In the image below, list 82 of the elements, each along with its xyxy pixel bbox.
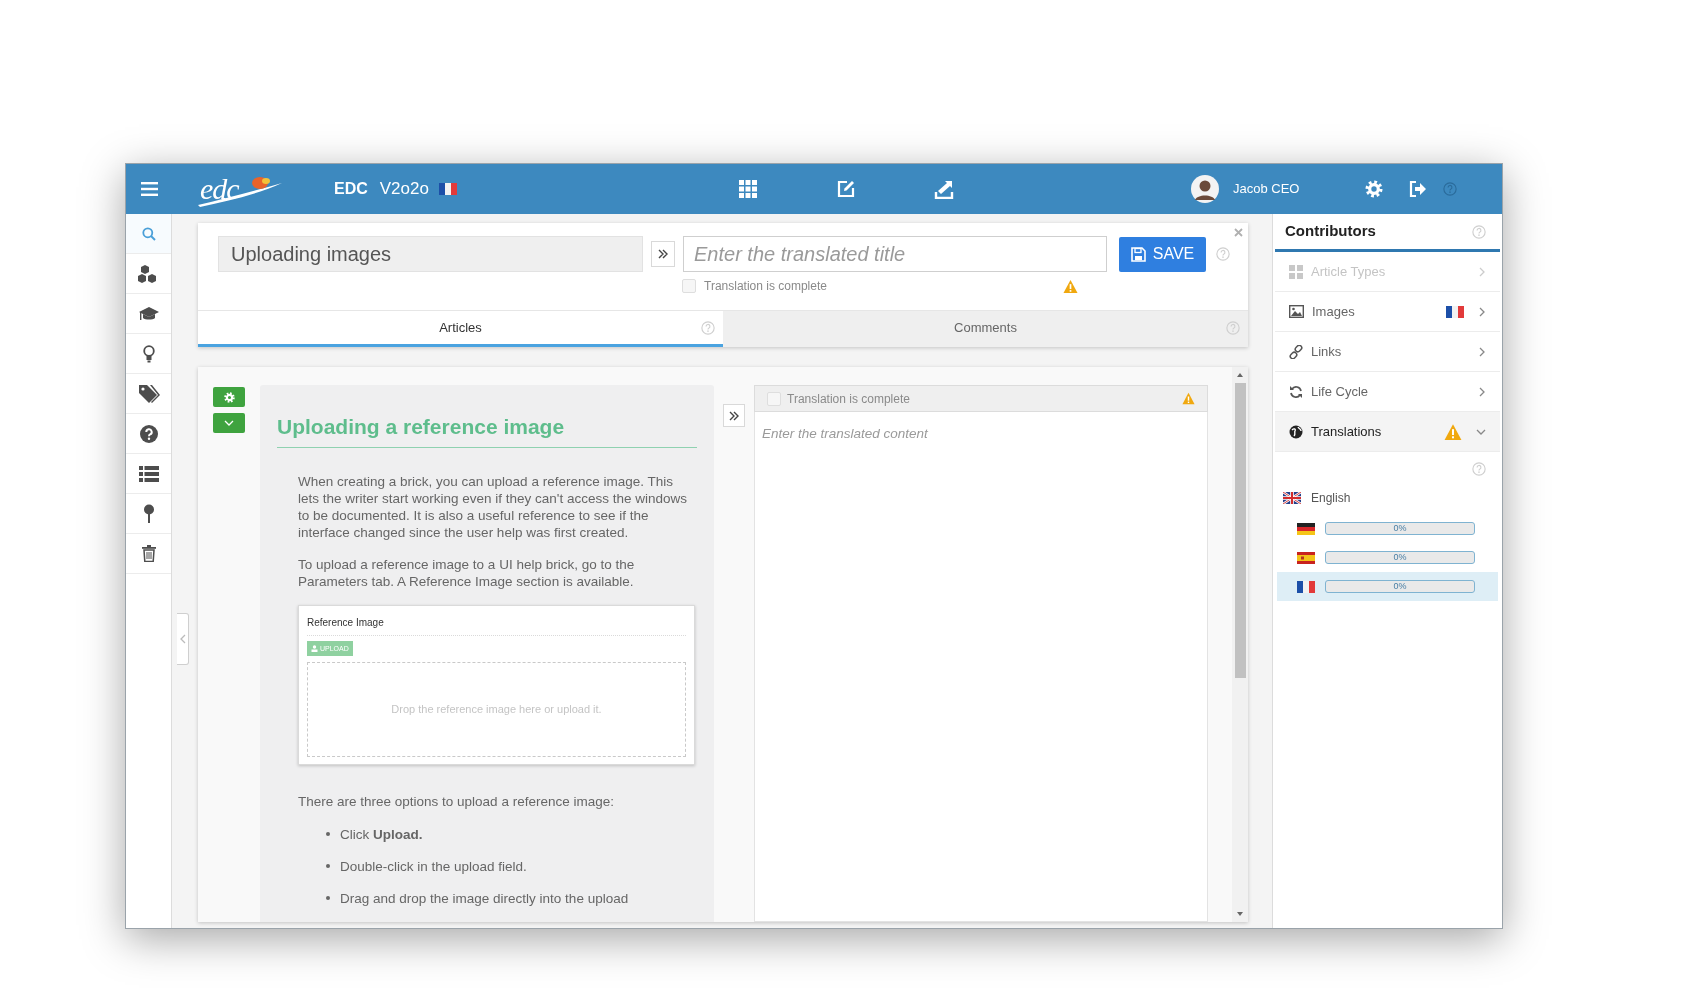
pin-icon [142,503,155,524]
bullet-icon [326,832,330,836]
globe-icon [1289,424,1303,439]
language-label: English [1311,490,1351,507]
help-icon [701,321,715,335]
product-name: EDC [334,179,368,199]
list-item: Click Upload. [340,825,423,843]
chevron-down-icon [224,419,234,427]
menu-icon [140,182,158,196]
close-icon [1233,227,1243,237]
panel-item[interactable]: Translations [1275,412,1500,452]
copy-title-button[interactable] [651,241,675,267]
export-icon [933,179,954,199]
double-chevron-icon [729,410,739,421]
close-button[interactable] [1232,226,1244,238]
panel-title: Contributors [1285,221,1376,242]
list-icon [138,465,159,482]
settings-icon [223,391,235,403]
graduation-cap-icon [138,305,159,322]
save-button[interactable]: SAVE [1119,236,1206,272]
language-row[interactable]: 0% [1277,572,1498,601]
double-chevron-icon [658,249,668,259]
chevron-right-icon [1478,386,1486,397]
tab[interactable]: Comments [723,311,1248,347]
chevron-down-icon [1476,427,1486,436]
paragraph: There are three options to upload a reference image: [298,792,615,810]
paragraph: To upload a reference image to a UI help brick, go to the Parameters tab. A Reference Image section is available. [298,555,636,590]
checkbox-label: Translation is complete [704,278,827,295]
copy-content-button[interactable] [723,404,745,427]
list-item: Double-click in the upload field. [340,857,527,875]
french-flag-icon [1297,580,1315,593]
chevron-right-icon [1478,346,1486,357]
settings-button[interactable] [213,387,245,407]
upload-icon [311,644,318,652]
progress-reading: 0% [1392,552,1408,563]
lightbulb-icon [142,344,155,363]
list-item: Drag and drop the image directly into the upload [340,889,629,907]
progress-reading: 0% [1392,581,1408,592]
export-button[interactable] [932,178,955,200]
settings-icon [1365,180,1384,198]
help-icon [1472,462,1486,476]
apps-button[interactable] [736,178,759,200]
british-flag-icon [1283,492,1301,504]
user-name: Jacob CEO [1232,180,1300,199]
french-flag-icon [438,183,457,195]
card-title: Reference Image [307,613,686,636]
spanish-flag-icon [1297,551,1315,564]
source-title-field: Uploading images [218,236,643,272]
save-icon [1130,246,1146,262]
progress-reading: 0% [1392,523,1408,534]
edit-icon [835,179,856,199]
avatar [1190,175,1219,203]
logout-icon [1409,181,1428,197]
translated-title-field[interactable]: Enter the translated title [683,236,1107,272]
french-flag-icon [1446,305,1464,318]
refresh-icon [1289,384,1303,399]
chevron-left-icon [179,634,186,644]
help-icon [1216,247,1230,261]
article-heading: Uploading a reference image [277,411,697,448]
chevron-right-icon [1478,306,1486,317]
trash-icon [141,545,156,562]
checkbox-label: Translation is complete [787,390,911,408]
help-icon [1443,182,1458,196]
version-label: V2o2o [379,178,429,201]
help-icon [1472,224,1486,239]
tags-icon [137,383,160,404]
grid-icon [1289,264,1303,279]
checkbox[interactable] [767,391,781,406]
tab[interactable]: Articles [198,311,723,347]
german-flag-icon [1297,522,1315,535]
bullet-icon [326,896,330,900]
help-icon [1226,321,1240,335]
link-icon [1289,344,1303,359]
translated-content-field[interactable]: Enter the translated content [754,412,1208,922]
chevron-right-icon [1478,266,1486,277]
grid-icon [738,180,757,198]
checkbox[interactable] [682,279,696,293]
paragraph: When creating a brick, you can upload a reference image. This lets the writer start working even if they can't access the windows to be documented. It is also a useful reference to see if the interface changed since the user help was first created. [298,472,688,541]
image-icon [1289,305,1304,318]
search-icon [141,226,156,241]
help-icon [139,424,158,443]
bullet-icon [326,864,330,868]
